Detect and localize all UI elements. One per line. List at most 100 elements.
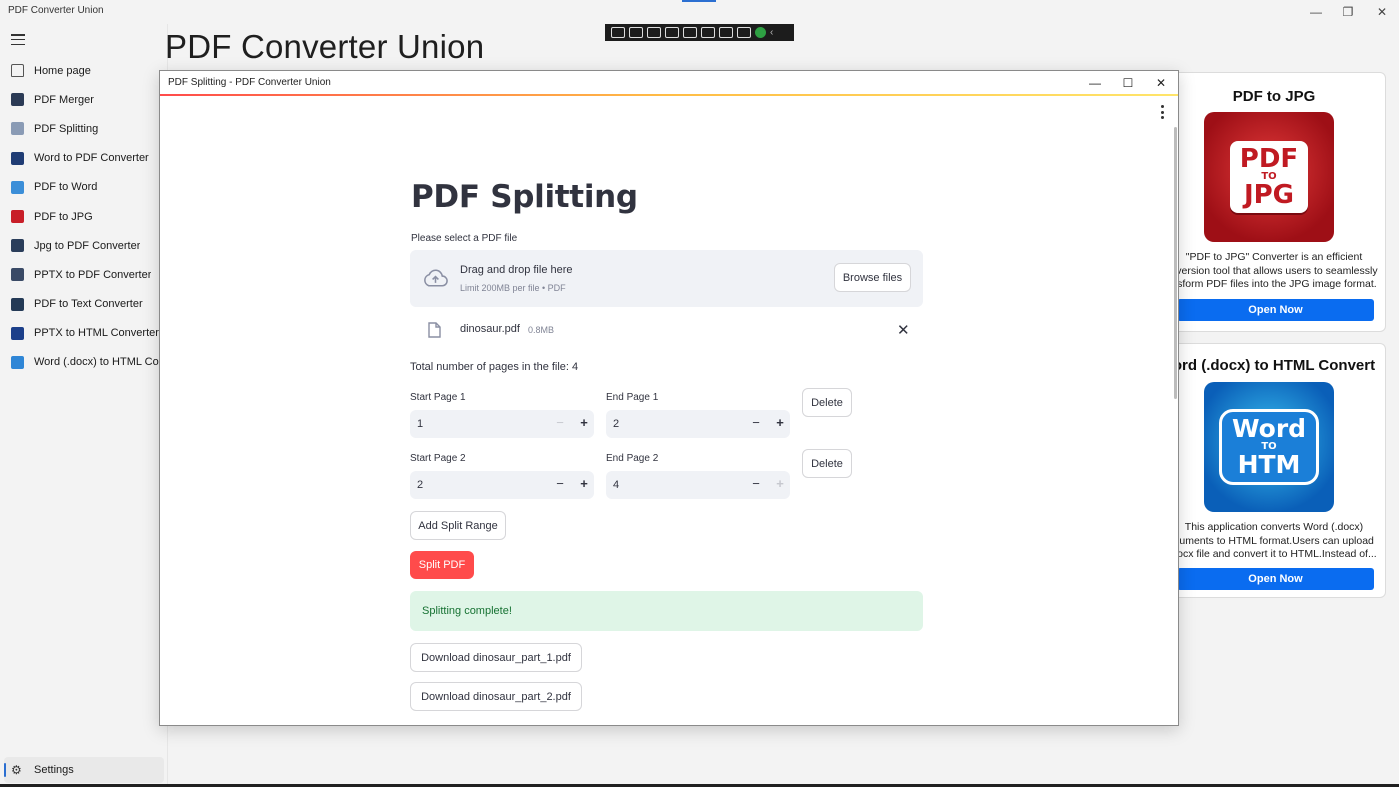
pdf-splitting-icon (11, 122, 24, 136)
sidebar-item-pdf-to-jpg[interactable]: PDF to JPG (0, 202, 168, 231)
sidebar-item-label: Home page (34, 64, 91, 77)
taskbar-indicator (682, 0, 716, 2)
close-icon[interactable]: ✕ (1373, 3, 1391, 21)
sidebar-item-label: PDF Splitting (34, 122, 99, 135)
open-now-button[interactable]: Open Now (1177, 568, 1374, 590)
end-page-value: 4 (613, 479, 620, 491)
scrollbar-thumb[interactable] (1174, 127, 1177, 399)
increment-button[interactable]: + (576, 476, 592, 494)
sidebar-item-word-to-pdf-converter[interactable]: Word to PDF Converter (0, 144, 168, 173)
toolbar-audio-icon[interactable] (719, 27, 733, 38)
decrement-button[interactable]: − (748, 415, 764, 433)
promo-card-word-to-html: ord (.docx) to HTML Convert Word TO HTM … (1160, 343, 1386, 598)
hamburger-menu-icon[interactable] (11, 34, 25, 45)
start-page-input[interactable]: 2 − + (410, 471, 594, 499)
pdf-merger-icon (11, 93, 24, 107)
gear-icon: ⚙ (11, 762, 22, 777)
page-title: PDF Converter Union (165, 28, 485, 65)
toolbar-record-icon[interactable] (611, 27, 625, 38)
sidebar-item-label: Word (.docx) to HTML Co (34, 356, 159, 369)
toolbar-region-icon[interactable] (665, 27, 679, 38)
end-page-label: End Page 2 (606, 453, 659, 464)
download-part-1-button[interactable]: Download dinosaur_part_1.pdf (410, 643, 582, 672)
promo-desc-line: "PDF to JPG" Converter is an efficient (1185, 251, 1363, 263)
promo-desc-line: nversion tool that allows users to seaml… (1170, 264, 1378, 277)
toolbar-camera-icon[interactable] (629, 27, 643, 38)
splitter-heading: PDF Splitting (411, 179, 638, 215)
file-dropzone[interactable]: Drag and drop file here Limit 200MB per … (410, 250, 923, 307)
promo-description: This application converts Word (.docx) c… (1161, 521, 1385, 562)
sidebar-item-word-docx-to-html-co[interactable]: Word (.docx) to HTML Co (0, 348, 168, 377)
sidebar-item-label: PPTX to HTML Converter (34, 327, 159, 340)
sidebar-item-pdf-merger[interactable]: PDF Merger (0, 85, 168, 114)
pptx-to-html-icon (11, 326, 24, 340)
restore-icon[interactable]: ❐ (1339, 3, 1357, 21)
success-message: Splitting complete! (422, 605, 512, 617)
toolbar-fullscreen-icon[interactable] (701, 27, 715, 38)
sidebar-item-jpg-to-pdf-converter[interactable]: Jpg to PDF Converter (0, 231, 168, 260)
decrement-button[interactable]: − (748, 476, 764, 494)
remove-file-icon[interactable]: ✕ (897, 321, 910, 339)
delete-range-button[interactable]: Delete (802, 449, 852, 478)
success-alert: Splitting complete! (410, 591, 923, 631)
increment-button[interactable]: + (772, 415, 788, 433)
decrement-button[interactable]: − (552, 415, 568, 433)
delete-range-button[interactable]: Delete (802, 388, 852, 417)
increment-button[interactable]: + (772, 476, 788, 494)
toolbar-accessibility-icon[interactable] (737, 27, 751, 38)
sidebar-item-pdf-splitting[interactable]: PDF Splitting (0, 114, 168, 143)
pdf-to-jpg-app-icon: PDF TO JPG (1204, 112, 1334, 242)
end-page-input[interactable]: 4 − + (606, 471, 790, 499)
promo-card-pdf-to-jpg: PDF to JPG PDF TO JPG "PDF to JPG" Conve… (1160, 72, 1386, 332)
file-icon (428, 322, 441, 338)
promo-desc-line: nsform PDF files into the JPG image form… (1171, 278, 1377, 290)
uploaded-file-size: 0.8MB (528, 325, 555, 335)
sidebar: Home page PDF Merger PDF Splitting Word to … (0, 24, 168, 787)
increment-button[interactable]: + (576, 415, 592, 433)
toolbar-pointer-icon[interactable] (647, 27, 661, 38)
sidebar-item-pdf-to-text-converter[interactable]: PDF to Text Converter (0, 290, 168, 319)
app-icon-text: HTM (1237, 450, 1301, 479)
sidebar-item-label: PDF Merger (34, 93, 94, 106)
more-options-icon[interactable] (1159, 105, 1165, 119)
sidebar-item-label: Settings (34, 764, 74, 776)
pdf-splitting-window: PDF Splitting - PDF Converter Union — ☐ … (159, 70, 1179, 726)
word-to-html-app-icon: Word TO HTM (1204, 382, 1334, 512)
promo-description: "PDF to JPG" Converter is an efficient n… (1161, 251, 1385, 292)
child-window-title: PDF Splitting - PDF Converter Union (168, 77, 331, 88)
home-icon (11, 64, 24, 78)
sidebar-item-pptx-to-pdf-converter[interactable]: PPTX to PDF Converter (0, 260, 168, 289)
sidebar-item-pdf-to-word[interactable]: PDF to Word (0, 173, 168, 202)
minimize-icon[interactable]: — (1307, 3, 1325, 21)
open-now-button[interactable]: Open Now (1177, 299, 1374, 321)
promo-desc-line: This application converts Word (.docx) (1184, 521, 1364, 533)
upload-cloud-icon (424, 269, 448, 287)
browse-files-button[interactable]: Browse files (834, 263, 911, 292)
promo-desc-line: docx file and convert it to HTML.Instead… (1171, 548, 1377, 560)
start-page-input[interactable]: 1 − + (410, 410, 594, 438)
sidebar-item-label: PDF to Word (34, 181, 98, 194)
decrement-button[interactable]: − (552, 476, 568, 494)
split-pdf-button[interactable]: Split PDF (410, 551, 474, 579)
download-part-2-button[interactable]: Download dinosaur_part_2.pdf (410, 682, 582, 711)
minimize-icon[interactable]: — (1086, 75, 1104, 91)
sidebar-item-settings[interactable]: ⚙ Settings (4, 757, 164, 783)
add-split-range-button[interactable]: Add Split Range (410, 511, 506, 540)
sidebar-item-label: PDF to JPG (34, 210, 93, 223)
close-icon[interactable]: ✕ (1152, 75, 1170, 91)
sidebar-item-label: Jpg to PDF Converter (34, 239, 141, 252)
end-page-input[interactable]: 2 − + (606, 410, 790, 438)
sidebar-item-home-page[interactable]: Home page (0, 56, 168, 85)
sidebar-item-pptx-to-html-converter[interactable]: PPTX to HTML Converter (0, 319, 168, 348)
sidebar-item-label: PPTX to PDF Converter (34, 268, 152, 281)
toolbar-check-icon[interactable] (755, 27, 766, 38)
header-decoration (160, 94, 1178, 96)
end-page-label: End Page 1 (606, 392, 659, 403)
app-icon-text: PDF (1239, 144, 1299, 174)
sidebar-item-label: PDF to Text Converter (34, 298, 143, 311)
dropzone-limit: Limit 200MB per file • PDF (460, 283, 566, 293)
maximize-icon[interactable]: ☐ (1119, 75, 1137, 91)
toolbar-collapse-icon[interactable]: ‹ (770, 27, 784, 38)
end-page-value: 2 (613, 418, 620, 430)
toolbar-window-icon[interactable] (683, 27, 697, 38)
